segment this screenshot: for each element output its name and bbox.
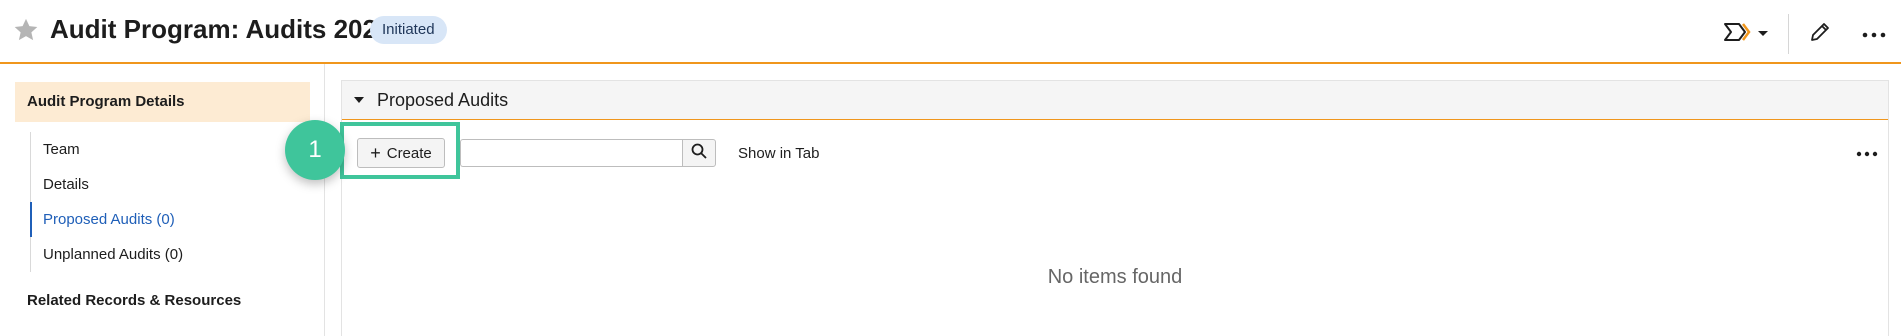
more-horizontal-icon (1856, 144, 1878, 162)
page-title: Audit Program: Audits 2025 (50, 14, 392, 44)
star-icon[interactable] (12, 16, 40, 44)
panel-header[interactable]: Proposed Audits (342, 81, 1888, 120)
workflow-chevron-icon (1723, 22, 1757, 47)
sidebar-section-audit-program-details[interactable]: Audit Program Details (15, 82, 310, 122)
search-input[interactable] (460, 139, 682, 167)
page-header: Audit Program: Audits 2025 Initiated (0, 0, 1901, 64)
panel-more-button[interactable] (1852, 141, 1882, 165)
show-in-tab-link[interactable]: Show in Tab (738, 145, 819, 162)
sidebar-item-team[interactable]: Team (31, 132, 310, 167)
callout-highlight-box (340, 122, 460, 179)
edit-button[interactable] (1802, 18, 1838, 50)
status-badge: Initiated (370, 16, 447, 44)
header-more-button[interactable] (1856, 18, 1892, 50)
sidebar-item-proposed-audits[interactable]: Proposed Audits (0) (30, 202, 310, 237)
sidebar-section-related-records[interactable]: Related Records & Resources (27, 292, 241, 309)
header-divider (1788, 14, 1789, 54)
pencil-icon (1808, 20, 1832, 49)
more-horizontal-icon (1862, 25, 1886, 43)
step-number-badge: 1 (285, 120, 345, 180)
sidebar: Audit Program Details Team Details Propo… (0, 64, 325, 336)
caret-down-icon[interactable] (354, 97, 364, 103)
panel-title: Proposed Audits (377, 90, 509, 110)
sidebar-item-details[interactable]: Details (31, 167, 310, 202)
sidebar-item-unplanned-audits[interactable]: Unplanned Audits (0) (31, 237, 310, 272)
search-icon (691, 143, 707, 164)
sidebar-nav: Team Details Proposed Audits (0) Unplann… (30, 132, 310, 272)
empty-state-message: No items found (1047, 266, 1183, 288)
proposed-audits-panel: Proposed Audits + Create Show in Tab No … (341, 80, 1889, 336)
workflow-button[interactable] (1716, 18, 1776, 50)
search-button[interactable] (682, 139, 716, 167)
chevron-down-icon (1757, 25, 1769, 43)
